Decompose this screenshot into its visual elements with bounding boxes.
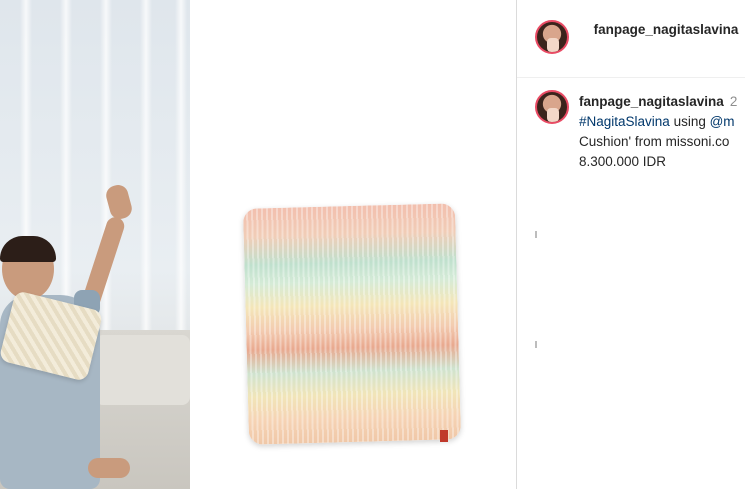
curtain-fold (175, 0, 187, 330)
person-hair (0, 236, 56, 262)
post-photo-product-cushion[interactable] (190, 0, 516, 489)
caption-text: using (669, 114, 710, 129)
curtain-fold (60, 0, 72, 330)
instagram-post-view: fanpage_nagitaslavina fanpage_nagitaslav… (0, 0, 745, 489)
avatar-hand (547, 38, 559, 52)
post-side-panel: fanpage_nagitaslavina fanpage_nagitaslav… (516, 0, 745, 489)
missoni-cushion-image (242, 203, 462, 445)
header-avatar[interactable] (535, 20, 569, 54)
loading-mark (535, 341, 537, 348)
bare-foot (88, 458, 130, 478)
caption-line-4: 8.300.000 IDR (579, 154, 667, 169)
avatar-hand (547, 108, 559, 122)
post-header: fanpage_nagitaslavina (517, 0, 745, 78)
caption-time[interactable]: 2 (730, 94, 738, 109)
caption: fanpage_nagitaslavina 2 #NagitaSlavina us… (579, 92, 745, 172)
sofa-cushion (95, 335, 190, 405)
caption-avatar[interactable] (535, 90, 569, 124)
caption-line-1: fanpage_nagitaslavina 2 (579, 92, 745, 112)
cushion-tag (440, 430, 448, 442)
hashtag-link[interactable]: #NagitaSlavina (579, 114, 670, 129)
caption-username[interactable]: fanpage_nagitaslavina (579, 94, 724, 109)
post-photo-woman-with-cushion[interactable] (0, 0, 190, 489)
caption-line-2: #NagitaSlavina using @m (579, 112, 745, 132)
curtain-fold (140, 0, 152, 330)
header-username[interactable]: fanpage_nagitaslavina (591, 20, 741, 40)
loading-mark (535, 231, 537, 238)
mention-link[interactable]: @m (710, 114, 735, 129)
caption-line-3: Cushion' from missoni.co (579, 134, 730, 149)
